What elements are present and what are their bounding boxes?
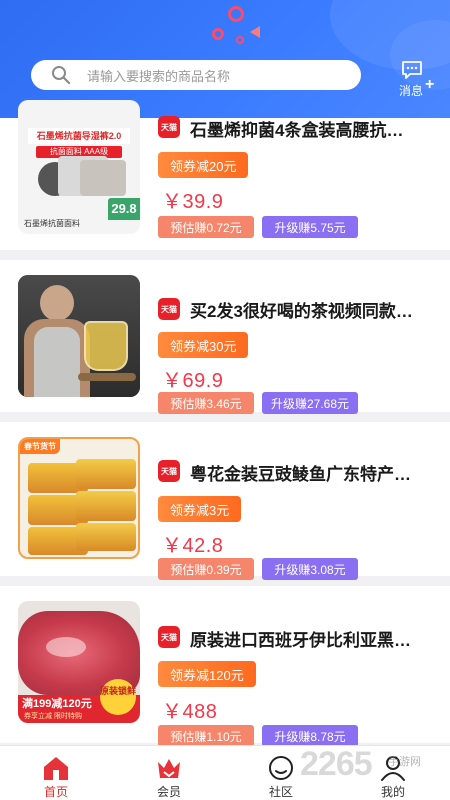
coupon-button[interactable]: 领券减20元 bbox=[158, 152, 249, 178]
product-price: ￥39.9 bbox=[162, 191, 224, 213]
estimate-earn-tag: 预估赚3.46元 bbox=[158, 392, 254, 414]
product-card[interactable]: 春节货节 天猫 粤花金装豆豉鲮鱼广东特产… 领券减3元 ￥42.8 预估赚0.3… bbox=[0, 422, 450, 580]
product-image bbox=[18, 275, 140, 397]
tray bbox=[78, 373, 136, 381]
decor-ring-red bbox=[228, 6, 244, 22]
estimate-earn-tag: 预估赚0.39元 bbox=[158, 558, 254, 580]
product-price: ￥69.9 bbox=[162, 370, 224, 392]
fish-can bbox=[76, 523, 136, 551]
product-image: 石墨烯抗菌导湿裤2.0 抗菌面料 AAA级 石墨烯抗菌面料 29.8 bbox=[18, 100, 140, 234]
marbling bbox=[46, 637, 86, 657]
search-input[interactable]: 请输入要搜索的商品名称 bbox=[87, 66, 230, 85]
search-bar[interactable]: 请输入要搜索的商品名称 bbox=[31, 60, 361, 90]
coupon-button[interactable]: 领券减3元 bbox=[158, 496, 242, 522]
decor-ring-red bbox=[212, 28, 224, 40]
image-caption: 石墨烯抗菌面料 bbox=[24, 219, 80, 228]
smile-icon bbox=[269, 756, 293, 780]
upgrade-earn-button[interactable]: 升级赚3.08元 bbox=[262, 558, 358, 580]
tank-top bbox=[34, 327, 80, 397]
product-price: ￥488 bbox=[162, 701, 218, 723]
image-caption: 石墨烯抗菌导湿裤2.0 bbox=[28, 128, 130, 144]
product-price: ￥42.8 bbox=[162, 535, 224, 557]
tab-label: 首页 bbox=[43, 785, 68, 799]
product-box bbox=[80, 160, 126, 196]
product-card[interactable]: 天猫 买2发3很好喝的茶视频同款… 领券减30元 ￥69.9 预估赚3.46元 … bbox=[0, 260, 450, 414]
tab-label: 会员 bbox=[156, 785, 181, 799]
upgrade-earn-button[interactable]: 升级赚8.78元 bbox=[262, 725, 358, 747]
tab-home[interactable]: 首页 bbox=[11, 746, 101, 800]
watermark-subtext: 手游网 bbox=[388, 756, 421, 768]
tmall-badge: 天猫 bbox=[158, 460, 180, 482]
tab-member[interactable]: 会员 bbox=[124, 746, 214, 800]
product-card[interactable]: 石墨烯抗菌导湿裤2.0 抗菌面料 AAA级 石墨烯抗菌面料 29.8 天猫 石墨… bbox=[0, 100, 450, 250]
fish-can bbox=[76, 491, 136, 521]
watermark-text: 2265 bbox=[300, 745, 373, 783]
message-button[interactable]: 消息 + bbox=[395, 60, 443, 100]
upgrade-earn-button[interactable]: 升级赚5.75元 bbox=[262, 216, 358, 238]
tmall-badge: 天猫 bbox=[158, 298, 180, 320]
decor-triangle bbox=[250, 26, 260, 38]
fish-can bbox=[76, 459, 136, 489]
crown-icon bbox=[158, 759, 180, 778]
plus-icon: + bbox=[425, 76, 435, 93]
message-label: 消息 bbox=[399, 84, 424, 98]
product-title[interactable]: 粤花金装豆豉鲮鱼广东特产… bbox=[190, 460, 430, 485]
search-icon bbox=[52, 66, 71, 85]
tmall-badge: 天猫 bbox=[158, 116, 180, 138]
site-watermark: 2265 手游网 bbox=[300, 745, 450, 800]
price-tag: 29.8 bbox=[108, 198, 140, 220]
image-corner-label: 春节货节 bbox=[20, 439, 60, 454]
estimate-earn-tag: 预估赚0.72元 bbox=[158, 216, 254, 238]
decor-ring-red bbox=[236, 36, 244, 44]
product-title[interactable]: 石墨烯抑菌4条盒装高腰抗… bbox=[190, 116, 430, 141]
product-title[interactable]: 原装进口西班牙伊比利亚黑… bbox=[190, 626, 430, 651]
tea-glass bbox=[84, 321, 128, 371]
tmall-badge: 天猫 bbox=[158, 626, 180, 648]
coupon-button[interactable]: 领券减30元 bbox=[158, 332, 249, 358]
coupon-button[interactable]: 领券减120元 bbox=[158, 661, 256, 687]
product-image: 春节货节 bbox=[18, 437, 140, 559]
seal-stamp: 原装锁鲜 bbox=[100, 679, 136, 715]
promo-subtext: 券享立减 限时特购 bbox=[24, 713, 82, 720]
product-title[interactable]: 买2发3很好喝的茶视频同款… bbox=[190, 297, 430, 322]
product-card[interactable]: 满199减120元 券享立减 限时特购 原装锁鲜 天猫 原装进口西班牙伊比利亚黑… bbox=[0, 586, 450, 747]
estimate-earn-tag: 预估赚1.10元 bbox=[158, 725, 254, 747]
product-image: 满199减120元 券享立减 限时特购 原装锁鲜 bbox=[18, 601, 140, 723]
upgrade-earn-button[interactable]: 升级赚27.68元 bbox=[262, 392, 358, 414]
promo-text: 满199减120元 bbox=[22, 698, 92, 710]
chat-icon bbox=[402, 61, 422, 79]
home-icon bbox=[44, 757, 68, 780]
person-head bbox=[40, 285, 74, 321]
